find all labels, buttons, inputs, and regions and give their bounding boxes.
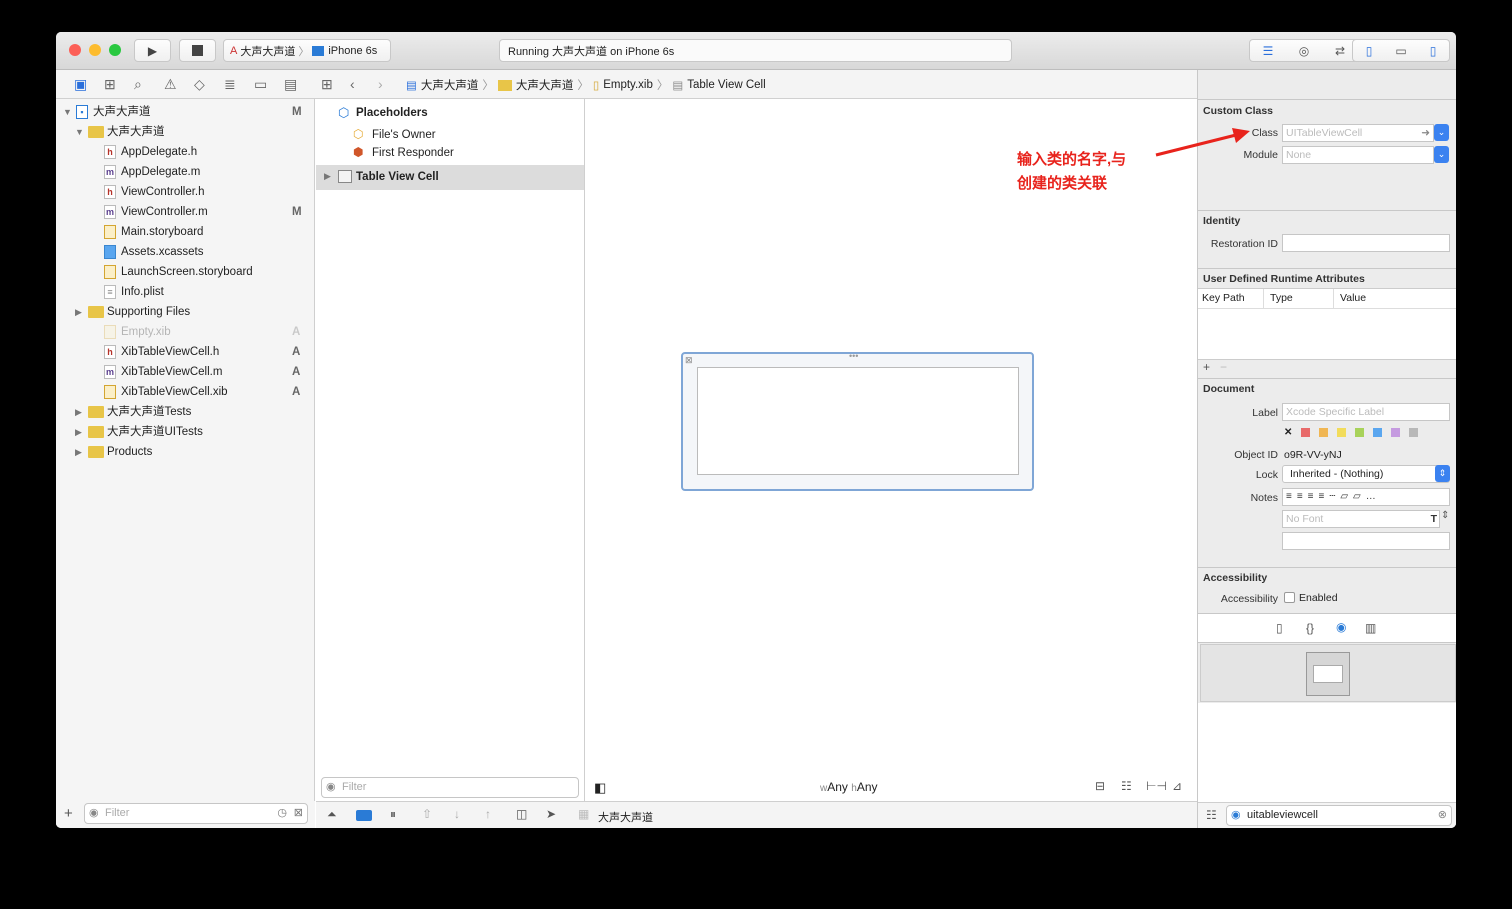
- annotation-text: 输入类的名字,与 创建的类关联: [1017, 148, 1126, 196]
- annotation-line: 输入类的名字,与: [1017, 151, 1127, 168]
- arrow-head: [1232, 128, 1250, 143]
- annotation-line: 创建的类关联: [1017, 175, 1108, 192]
- annotation-arrow: [1155, 128, 1250, 157]
- arrow-line: [1155, 133, 1237, 157]
